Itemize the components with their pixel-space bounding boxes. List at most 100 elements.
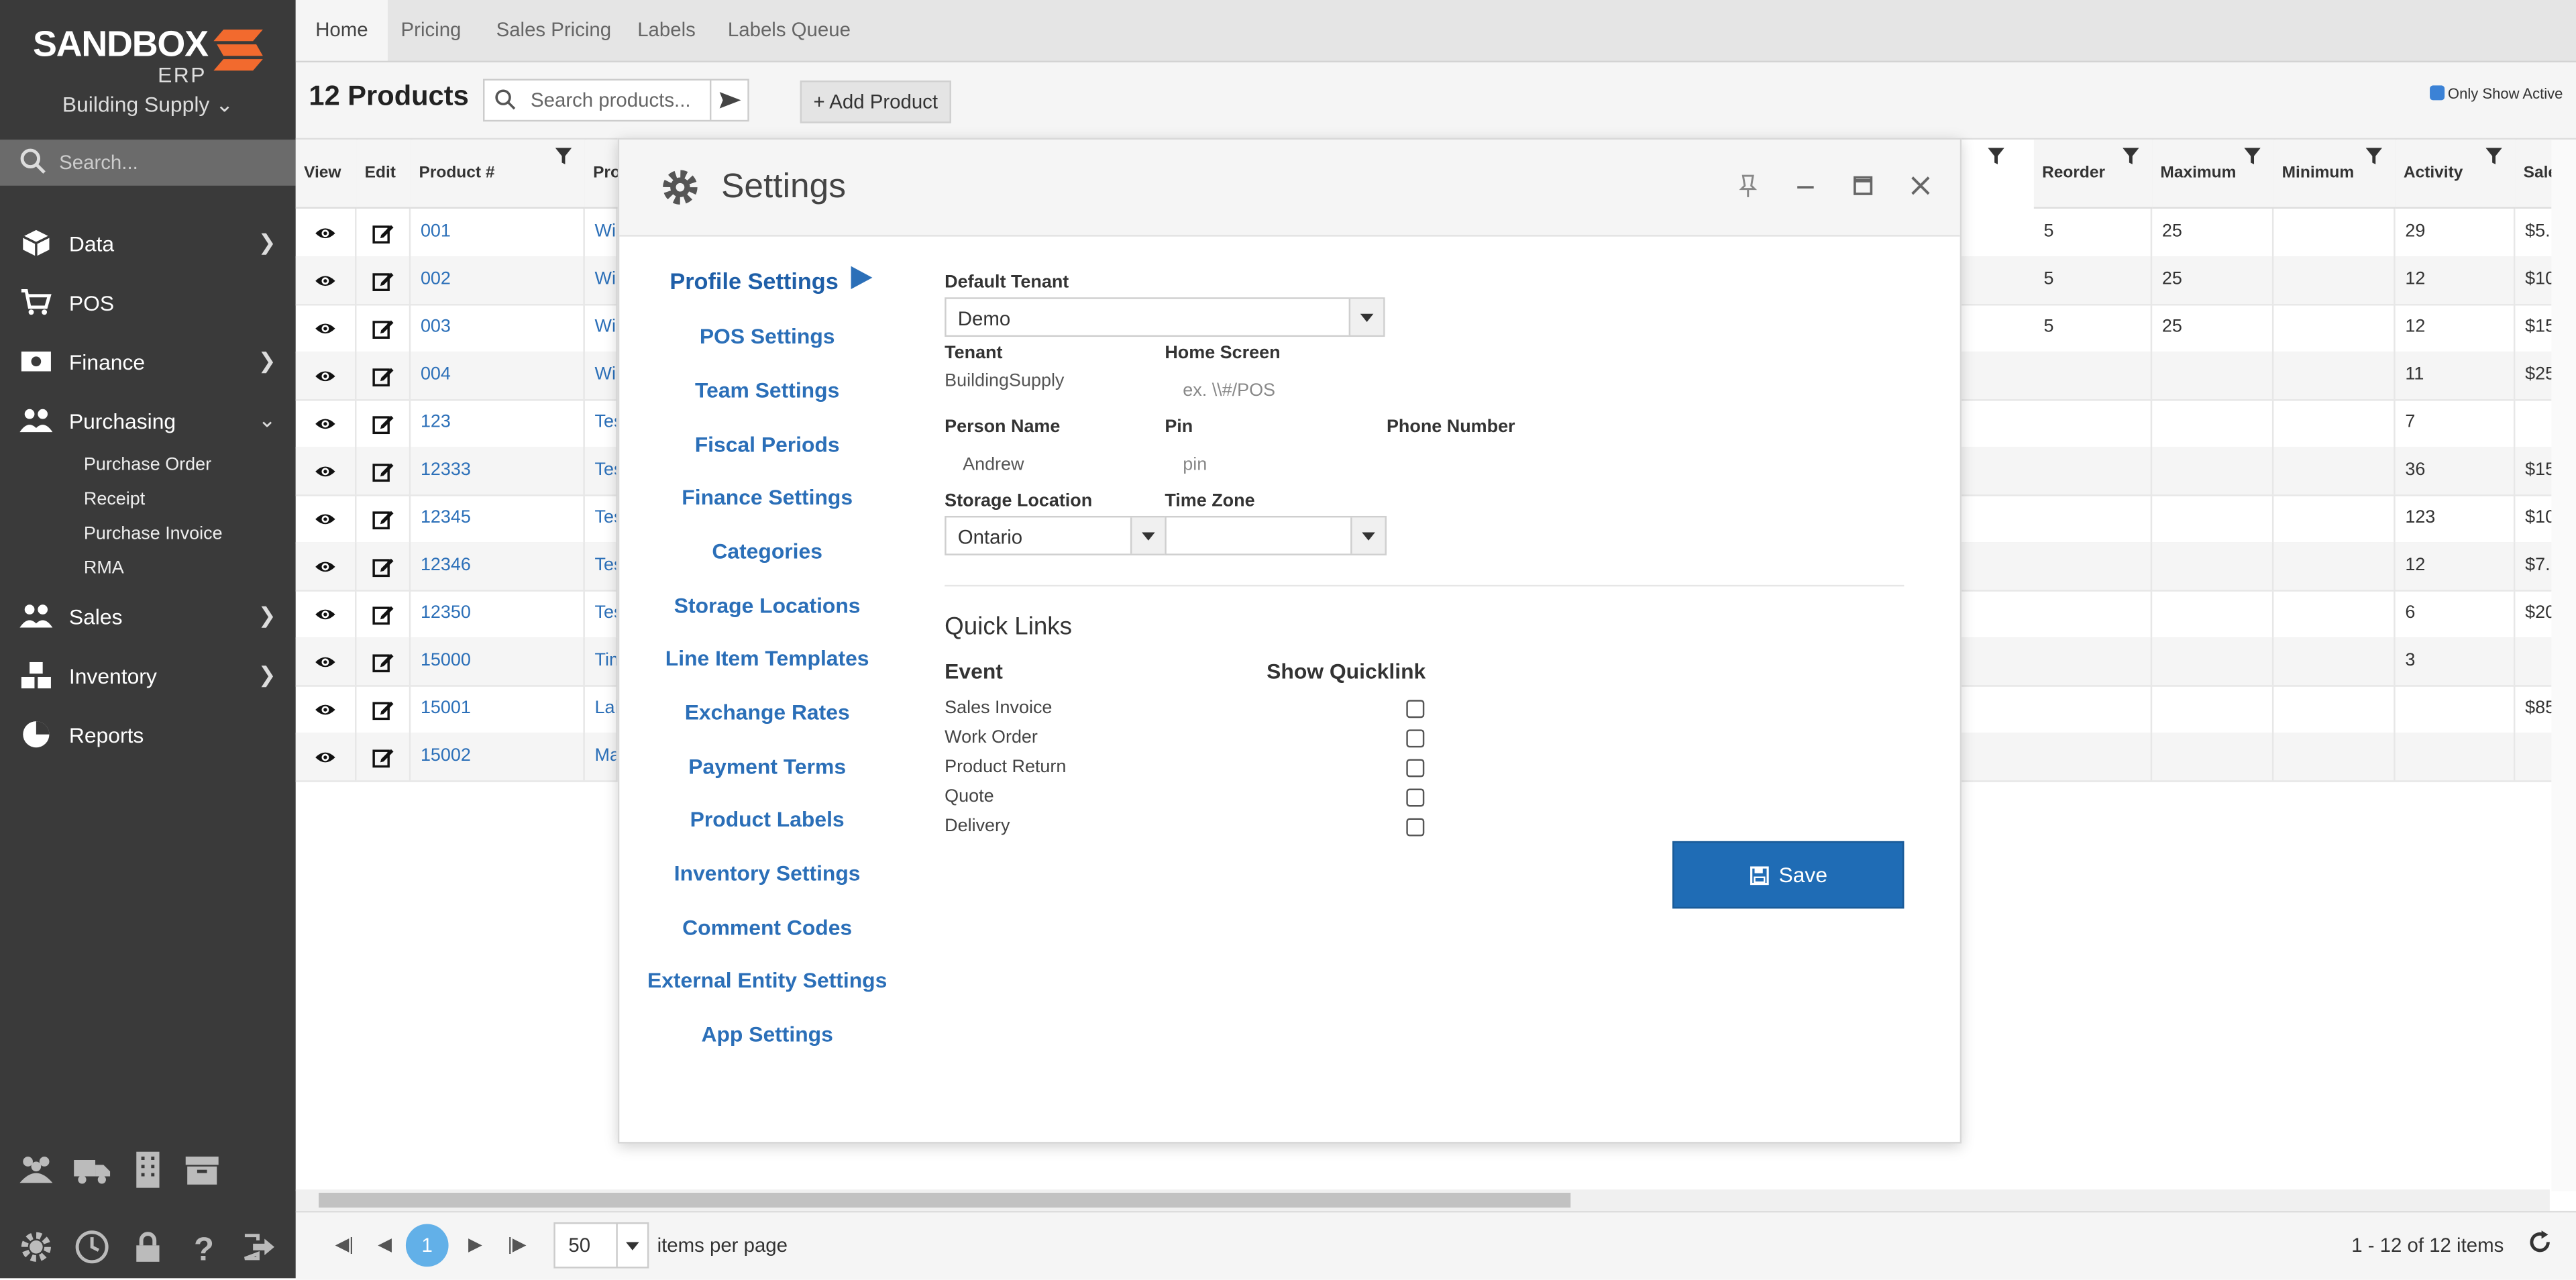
quick-link-checkbox[interactable]: [1406, 729, 1425, 748]
eye-icon[interactable]: [314, 413, 337, 435]
settings-nav-item[interactable]: Categories: [619, 539, 915, 564]
vertical-scrollbar[interactable]: [2551, 140, 2576, 1191]
gear-icon[interactable]: [18, 1229, 54, 1265]
view-cell[interactable]: [296, 637, 357, 686]
next-page-icon[interactable]: ▶: [468, 1234, 482, 1255]
column-header[interactable]: Product #: [411, 140, 587, 209]
product-number-link[interactable]: 004: [411, 352, 585, 400]
sidebar-sub-purchase-order[interactable]: Purchase Order: [84, 455, 211, 474]
edit-cell[interactable]: [356, 352, 411, 400]
product-number-link[interactable]: 12346: [411, 542, 585, 590]
view-cell[interactable]: [296, 685, 357, 733]
person-name-input[interactable]: Andrew: [963, 455, 1024, 474]
eye-icon[interactable]: [314, 460, 337, 483]
view-cell[interactable]: [296, 590, 357, 638]
filter-icon[interactable]: [555, 148, 572, 164]
checkbox-checked-icon[interactable]: [2429, 85, 2445, 101]
view-cell[interactable]: [296, 494, 357, 543]
product-name-cell[interactable]: Tes: [585, 447, 618, 495]
prev-page-icon[interactable]: ◀: [378, 1234, 392, 1255]
product-name-cell[interactable]: Ma: [585, 733, 618, 781]
logo[interactable]: SANDBOX ERP: [33, 23, 279, 87]
scrollbar-thumb[interactable]: [319, 1192, 1571, 1208]
pin-input[interactable]: pin: [1183, 455, 1207, 474]
sidebar-item-data[interactable]: Data ❯: [0, 219, 296, 268]
team-icon[interactable]: [16, 1150, 56, 1189]
settings-nav-item[interactable]: App Settings: [619, 1022, 915, 1047]
view-cell[interactable]: [296, 209, 357, 257]
product-name-cell[interactable]: Tes: [585, 590, 618, 638]
settings-nav-item[interactable]: Comment Codes: [619, 915, 915, 940]
product-name-cell[interactable]: Tim: [585, 637, 618, 686]
product-number-link[interactable]: 15002: [411, 733, 585, 781]
view-cell[interactable]: [296, 256, 357, 305]
product-name-cell[interactable]: Tes: [585, 494, 618, 543]
sidebar-item-inventory[interactable]: Inventory ❯: [0, 651, 296, 700]
clock-icon[interactable]: [74, 1229, 110, 1265]
maximize-icon[interactable]: [1850, 172, 1876, 199]
edit-cell[interactable]: [356, 590, 411, 638]
settings-nav-item[interactable]: Payment Terms: [619, 754, 915, 779]
product-number-link[interactable]: 12345: [411, 494, 585, 543]
page-number-current[interactable]: 1: [405, 1224, 449, 1267]
refresh-icon[interactable]: [2527, 1229, 2553, 1255]
settings-nav-item[interactable]: Product Labels: [619, 806, 915, 831]
settings-nav-item[interactable]: POS Settings: [619, 323, 915, 348]
edit-cell[interactable]: [356, 685, 411, 733]
sidebar-search[interactable]: Search...: [0, 140, 296, 186]
save-button[interactable]: Save: [1672, 841, 1904, 909]
settings-nav-item[interactable]: Storage Locations: [619, 593, 915, 618]
home-screen-input[interactable]: ex. \\#/POS: [1183, 381, 1275, 401]
sidebar-item-purchasing[interactable]: Purchasing ⌄: [0, 396, 296, 445]
truck-icon[interactable]: [72, 1150, 112, 1189]
product-number-link[interactable]: 001: [411, 209, 585, 257]
settings-nav-item[interactable]: Inventory Settings: [619, 861, 915, 886]
eye-icon[interactable]: [314, 746, 337, 769]
sidebar-item-reports[interactable]: Reports: [0, 710, 296, 759]
lock-icon[interactable]: [129, 1229, 166, 1265]
eye-icon[interactable]: [314, 365, 337, 388]
edit-icon[interactable]: [371, 698, 394, 721]
view-cell[interactable]: [296, 304, 357, 352]
settings-nav-item[interactable]: External Entity Settings: [619, 967, 915, 992]
sidebar-item-finance[interactable]: Finance ❯: [0, 337, 296, 386]
storage-location-select[interactable]: Ontario: [945, 515, 1167, 555]
quick-link-checkbox[interactable]: [1406, 788, 1425, 807]
product-number-link[interactable]: 15001: [411, 685, 585, 733]
logout-icon[interactable]: [240, 1229, 276, 1265]
edit-cell[interactable]: [356, 733, 411, 781]
product-number-link[interactable]: 15000: [411, 637, 585, 686]
product-name-cell[interactable]: Wi: [585, 304, 618, 352]
search-input[interactable]: Search products...: [483, 78, 749, 122]
view-cell[interactable]: [296, 542, 357, 590]
view-cell[interactable]: [296, 352, 357, 400]
eye-icon[interactable]: [314, 317, 337, 340]
building-icon[interactable]: [128, 1150, 168, 1189]
quick-link-checkbox[interactable]: [1406, 759, 1425, 778]
column-header[interactable]: Edit: [356, 140, 413, 209]
settings-nav-item[interactable]: Team Settings: [619, 378, 915, 403]
filter-icon[interactable]: [2244, 148, 2261, 164]
edit-icon[interactable]: [371, 508, 394, 531]
tab-sales-pricing[interactable]: Sales Pricing: [476, 0, 631, 61]
filter-icon[interactable]: [1988, 148, 2004, 164]
help-icon[interactable]: ?: [186, 1229, 222, 1265]
sidebar-item-sales[interactable]: Sales ❯: [0, 592, 296, 641]
tab-labels-queue[interactable]: Labels Queue: [708, 0, 871, 61]
edit-cell[interactable]: [356, 209, 411, 257]
edit-icon[interactable]: [371, 746, 394, 769]
product-number-link[interactable]: 003: [411, 304, 585, 352]
edit-icon[interactable]: [371, 603, 394, 626]
edit-icon[interactable]: [371, 317, 394, 340]
sidebar-sub-receipt[interactable]: Receipt: [84, 490, 145, 509]
last-page-icon[interactable]: |▶: [508, 1234, 527, 1255]
default-tenant-select[interactable]: Demo: [945, 297, 1385, 337]
close-icon[interactable]: [1907, 172, 1933, 199]
edit-cell[interactable]: [356, 637, 411, 686]
add-product-button[interactable]: + Add Product: [800, 81, 951, 123]
edit-cell[interactable]: [356, 447, 411, 495]
edit-icon[interactable]: [371, 222, 394, 245]
product-number-link[interactable]: 12333: [411, 447, 585, 495]
edit-cell[interactable]: [356, 494, 411, 543]
product-name-cell[interactable]: Tes: [585, 399, 618, 447]
